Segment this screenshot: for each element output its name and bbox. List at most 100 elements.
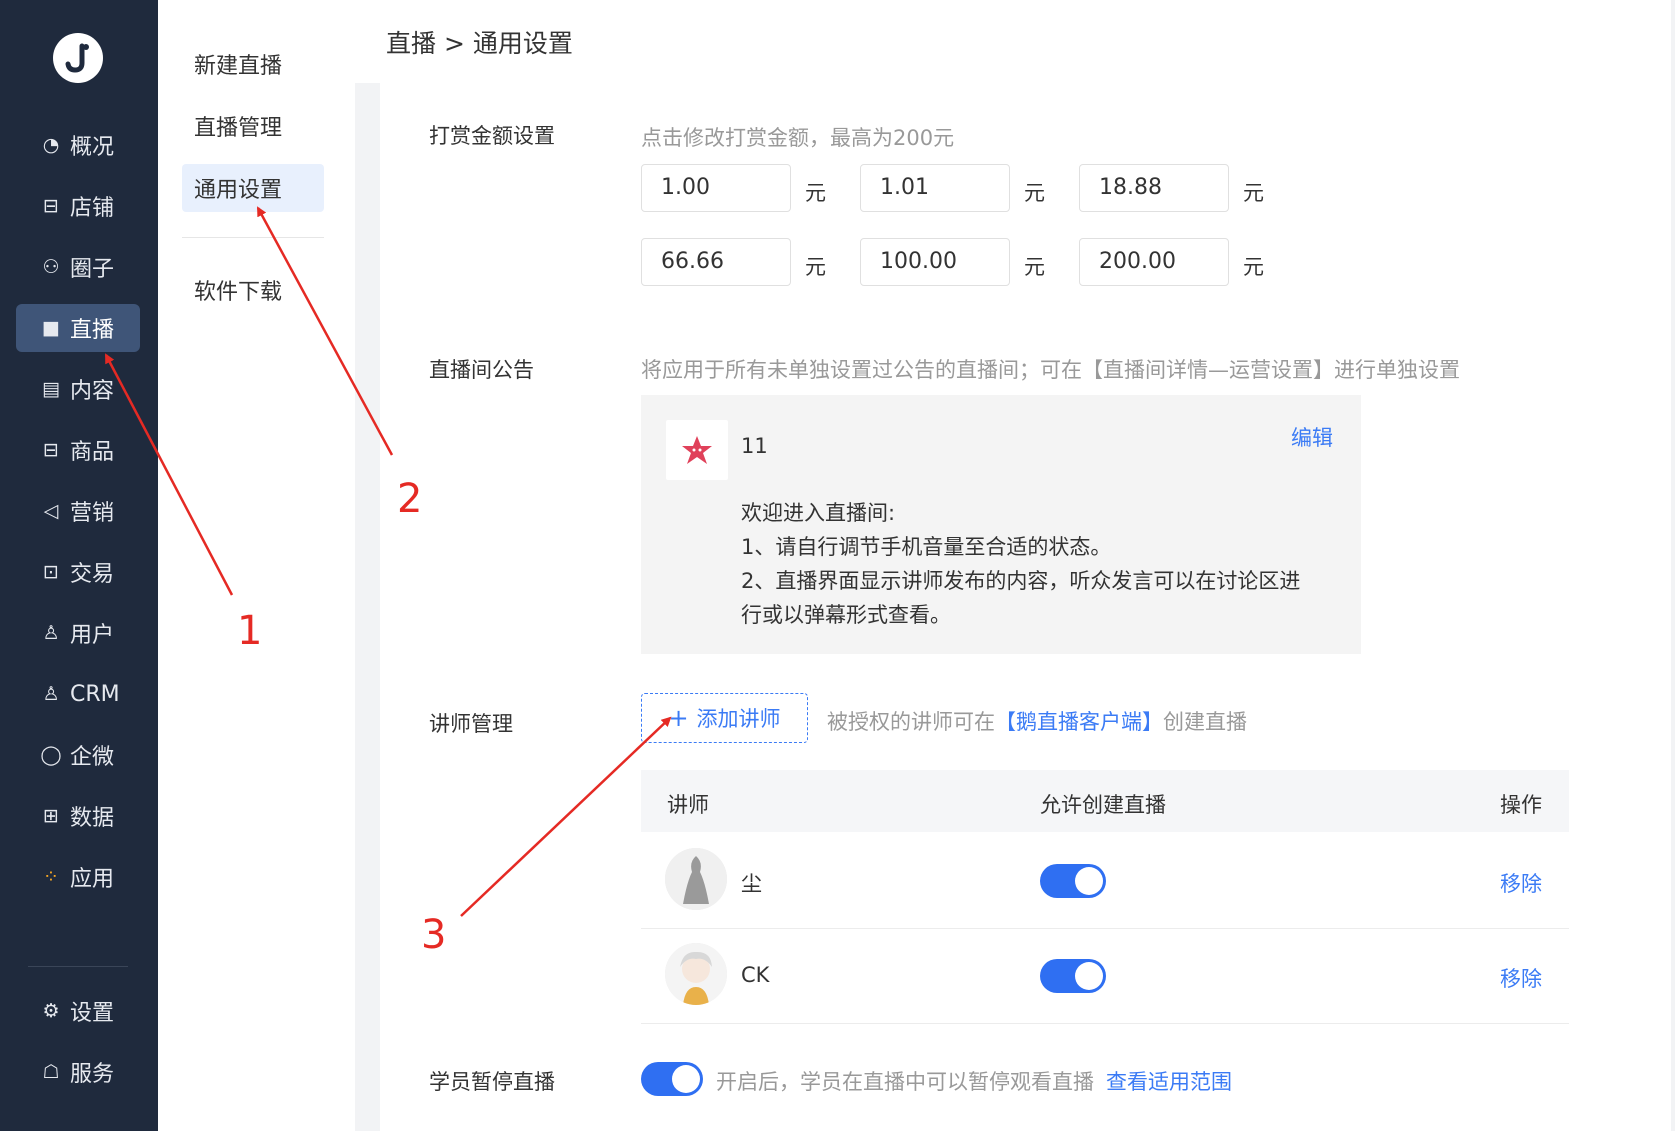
announcement-line: 2、直播界面显示讲师发布的内容，听众发言可以在讨论区进: [741, 569, 1301, 593]
column-header-actions: 操作: [1500, 793, 1542, 817]
nav-item-content[interactable]: ▤ 内容: [16, 365, 140, 413]
lecturer-name: 尘: [741, 872, 762, 896]
breadcrumb: 直播 > 通用设置: [386, 29, 573, 58]
wecom-icon: ◯: [40, 744, 62, 766]
pause-live-toggle[interactable]: [641, 1062, 703, 1096]
nav-item-label: 企微: [70, 745, 115, 770]
nav-item-users[interactable]: ♙ 用户: [16, 609, 140, 657]
lecturer-name: CK: [741, 963, 770, 987]
pause-live-hint-text: 开启后，学员在直播中可以暂停观看直播: [716, 1070, 1094, 1094]
client-download-link[interactable]: 【鹅直播客户端】: [995, 710, 1163, 734]
add-lecturer-label: 添加讲师: [696, 707, 781, 731]
column-header-allow-create: 允许创建直播: [1040, 793, 1166, 817]
data-chart-icon: ⊞: [43, 805, 59, 827]
nav-item-label: 服务: [70, 1062, 115, 1087]
subnav-divider: [182, 237, 324, 238]
nav-item-crm[interactable]: ♙ CRM: [16, 670, 140, 718]
currency-unit: 元: [1243, 255, 1264, 279]
nav-item-label: 应用: [70, 867, 115, 892]
nav-item-label: 内容: [70, 379, 115, 404]
allow-create-toggle[interactable]: [1040, 864, 1106, 898]
currency-unit: 元: [805, 255, 826, 279]
row-divider: [641, 928, 1569, 929]
nav-item-data[interactable]: ⊞ 数据: [16, 792, 140, 840]
lecturer-hint: 被授权的讲师可在【鹅直播客户端】创建直播: [827, 706, 1247, 736]
subnav-new-live[interactable]: 新建直播: [182, 40, 324, 88]
nav-item-apps[interactable]: ⁘ 应用: [16, 853, 140, 901]
lecturer-hint-text: 创建直播: [1163, 710, 1247, 734]
nav-item-label: 交易: [70, 562, 115, 587]
annotation-arrow-3: [460, 716, 672, 917]
scrollbar-track[interactable]: [1671, 0, 1675, 1131]
avatar-anime-icon: [665, 943, 727, 1005]
nav-item-products[interactable]: ⊟ 商品: [16, 426, 140, 474]
transaction-icon: ⊡: [43, 561, 59, 583]
remove-lecturer-link[interactable]: 移除: [1500, 868, 1542, 898]
announcement-line: 行或以弹幕形式查看。: [741, 603, 951, 627]
nav-item-settings[interactable]: ⚙ 设置: [16, 987, 140, 1035]
nav-item-transactions[interactable]: ⊡ 交易: [16, 548, 140, 596]
app-logo[interactable]: [53, 33, 103, 83]
megaphone-icon: ◁: [43, 500, 59, 522]
currency-unit: 元: [1024, 255, 1045, 279]
lecturer-avatar: [665, 848, 727, 910]
reward-amount-input[interactable]: 200.00: [1079, 238, 1229, 286]
view-scope-link[interactable]: 查看适用范围: [1106, 1070, 1232, 1094]
announcement-thumbnail: [666, 420, 728, 480]
reward-amount-input[interactable]: 66.66: [641, 238, 791, 286]
live-camera-icon: ■: [42, 317, 60, 339]
nav-item-label: 营销: [70, 501, 115, 526]
nav-item-store[interactable]: ⊟ 店铺: [16, 182, 140, 230]
nav-item-label: 圈子: [70, 257, 115, 282]
logo-mark-icon: [65, 43, 89, 73]
reward-amount-input[interactable]: 1.01: [860, 164, 1010, 212]
crm-icon: ♙: [42, 683, 60, 705]
remove-lecturer-link[interactable]: 移除: [1500, 963, 1542, 993]
pause-live-label: 学员暂停直播: [429, 1070, 555, 1094]
nav-divider: [28, 966, 128, 967]
reward-settings-hint: 点击修改打赏金额，最高为200元: [641, 126, 955, 150]
store-icon: ⊟: [43, 195, 59, 217]
lecturer-avatar: [665, 943, 727, 1005]
nav-item-overview[interactable]: ◔ 概况: [16, 121, 140, 169]
annotation-number-3: 3: [421, 912, 447, 958]
nav-item-label: 店铺: [70, 196, 115, 221]
subnav-live-manage[interactable]: 直播管理: [182, 102, 324, 150]
announcement-edit-link[interactable]: 编辑: [1291, 422, 1333, 452]
settings-gear-icon: ⚙: [42, 1000, 60, 1022]
nav-item-label: 直播: [70, 318, 115, 343]
avatar-sketch-icon: [665, 848, 727, 910]
subnav-software-download[interactable]: 软件下载: [182, 266, 324, 314]
reward-amount-input[interactable]: 1.00: [641, 164, 791, 212]
plus-icon: +: [668, 704, 689, 732]
allow-create-toggle[interactable]: [1040, 959, 1106, 993]
nav-item-service[interactable]: ☖ 服务: [16, 1048, 140, 1096]
lecturer-label: 讲师管理: [429, 712, 513, 736]
reward-amount-input[interactable]: 100.00: [860, 238, 1010, 286]
service-icon: ☖: [42, 1061, 60, 1083]
nav-item-community[interactable]: ⚇ 圈子: [16, 243, 140, 291]
nav-item-label: 用户: [70, 623, 115, 648]
announcement-hint: 将应用于所有未单独设置过公告的直播间；可在【直播间详情—运营设置】进行单独设置: [641, 358, 1460, 382]
nav-item-label: 设置: [70, 1001, 115, 1026]
currency-unit: 元: [1243, 181, 1264, 205]
nav-item-label: 概况: [70, 135, 115, 160]
nav-item-marketing[interactable]: ◁ 营销: [16, 487, 140, 535]
add-lecturer-button[interactable]: + 添加讲师: [641, 693, 808, 743]
community-icon: ⚇: [42, 256, 60, 278]
nav-item-label: 商品: [70, 440, 115, 465]
product-box-icon: ⊟: [43, 439, 59, 461]
annotation-number-2: 2: [397, 476, 423, 522]
nav-item-wecom[interactable]: ◯ 企微: [16, 731, 140, 779]
nav-item-live[interactable]: ■ 直播: [16, 304, 140, 352]
reward-amount-input[interactable]: 18.88: [1079, 164, 1229, 212]
pause-live-hint: 开启后，学员在直播中可以暂停观看直播 查看适用范围: [716, 1066, 1232, 1096]
subnav-general-settings[interactable]: 通用设置: [182, 164, 324, 212]
apps-grid-icon: ⁘: [43, 866, 59, 888]
announcement-line: 1、请自行调节手机音量至合适的状态。: [741, 535, 1112, 559]
nav-item-label: CRM: [70, 681, 120, 707]
announcement-title: 11: [741, 434, 768, 458]
currency-unit: 元: [1024, 181, 1045, 205]
nav-item-label: 数据: [70, 806, 115, 831]
star-sticker-icon: [682, 436, 712, 464]
